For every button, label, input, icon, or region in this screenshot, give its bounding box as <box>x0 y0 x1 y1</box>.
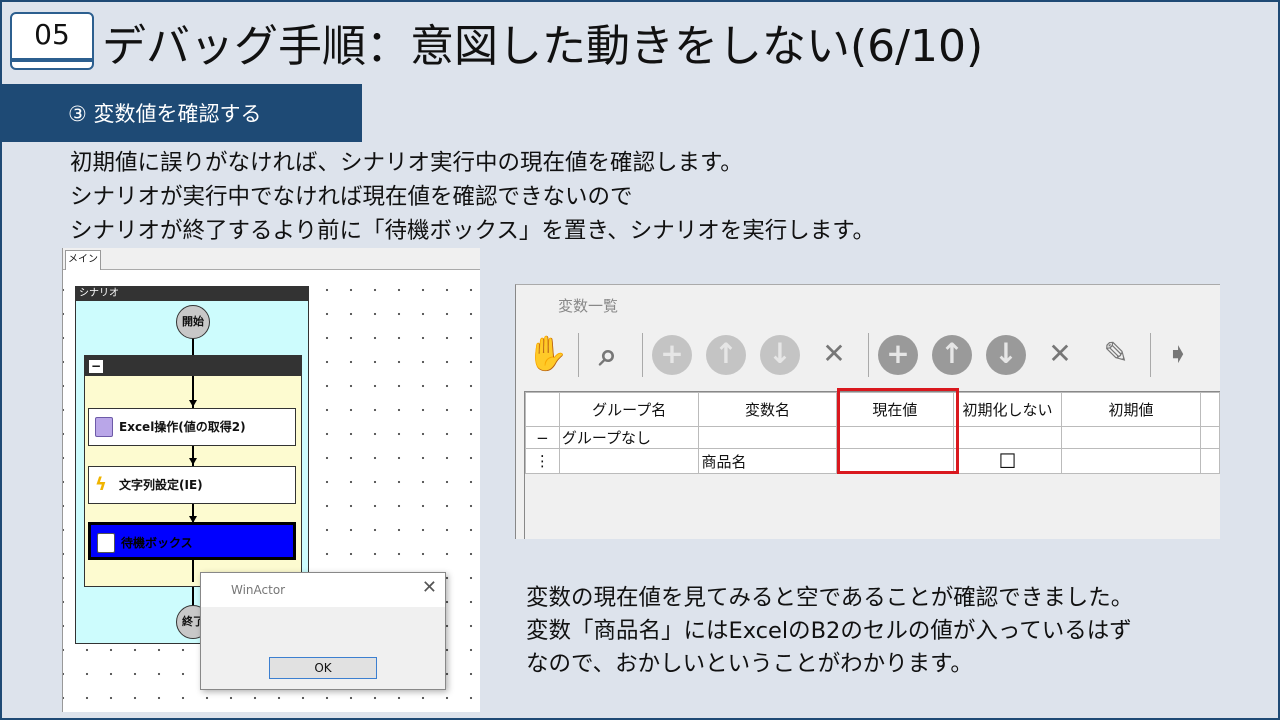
delete-icon[interactable]: ✕ <box>814 335 854 375</box>
intro-line: 初期値に誤りがなければ、シナリオ実行中の現在値を確認します。 <box>70 150 743 176</box>
section-number-badge: 05 <box>10 12 94 70</box>
table-cell <box>1060 426 1202 449</box>
flow-arrow <box>189 458 197 465</box>
node-excel-operation[interactable]: Excel操作(値の取得2) <box>88 408 296 446</box>
search-icon[interactable]: ⌕ <box>588 335 628 375</box>
ok-button[interactable]: OK <box>269 657 377 679</box>
down-icon[interactable]: ↓ <box>760 335 800 375</box>
close-icon[interactable]: ✕ <box>422 577 437 598</box>
node-string-set[interactable]: ϟ 文字列設定(IE) <box>88 466 296 504</box>
conclusion-line: なので、おかしいということがわかります。 <box>526 651 973 677</box>
column-header-variable[interactable]: 変数名 <box>698 392 837 427</box>
delete-icon[interactable]: ✕ <box>1040 335 1080 375</box>
node-wait-box[interactable]: 待機ボックス <box>88 522 296 560</box>
group-node[interactable]: − Excel操作(値の取得2) ϟ 文字列設定(IE) 待機ボックス <box>84 355 302 587</box>
add-icon[interactable]: + <box>878 335 918 375</box>
section-label: ③ 変数値を確認する <box>68 102 262 126</box>
excel-operation-icon <box>95 417 113 437</box>
flow-connector <box>192 587 194 607</box>
group-header: − <box>85 356 301 376</box>
edit-icon[interactable]: ✎ <box>1096 335 1136 375</box>
column-header-initial-value[interactable]: 初期値 <box>1060 392 1202 427</box>
table-cell: グループなし <box>558 426 700 449</box>
down-icon[interactable]: ↓ <box>986 335 1026 375</box>
column-header <box>1200 392 1220 427</box>
scenario-header: シナリオ <box>76 287 308 301</box>
row-toggle[interactable]: − <box>525 426 560 449</box>
table-cell <box>953 426 1062 449</box>
table-cell <box>698 426 837 449</box>
intro-text: 初期値に誤りがなければ、シナリオ実行中の現在値を確認します。 シナリオが実行中で… <box>70 146 875 248</box>
tab-strip: メイン <box>63 248 480 272</box>
dialog-title: WinActor <box>231 583 286 597</box>
conclusion-line: 変数の現在値を見てみると空であることが確認できました。 <box>526 585 1134 611</box>
flow-arrow <box>189 400 197 407</box>
node-label: 文字列設定(IE) <box>119 478 203 492</box>
variable-list-title: 変数一覧 <box>558 297 619 315</box>
table-cell[interactable]: 商品名 <box>698 448 837 474</box>
winactor-dialog: WinActor ✕ OK <box>200 572 446 690</box>
add-icon[interactable]: + <box>652 335 692 375</box>
intro-line: シナリオが実行中でなければ現在値を確認できないので <box>70 184 633 210</box>
node-label: 待機ボックス <box>121 536 193 550</box>
current-value-highlight <box>837 388 959 474</box>
row-handle: ⋮ <box>525 448 560 474</box>
wait-box-icon <box>97 533 115 553</box>
up-icon[interactable]: ↑ <box>706 335 746 375</box>
node-label: Excel操作(値の取得2) <box>119 420 246 434</box>
column-header-group[interactable]: グループ名 <box>558 392 700 427</box>
conclusion-line: 変数「商品名」にはExcelのB2のセルの値が入っているはず <box>526 618 1132 644</box>
variable-toolbar: ✋ ⌕ + ↑ ↓ ✕ + ↑ ↓ ✕ ✎ ➧ <box>522 329 1220 379</box>
section-number: 05 <box>34 18 70 51</box>
column-header-no-init[interactable]: 初期化しない <box>953 392 1062 427</box>
intro-line: シナリオが終了するより前に「待機ボックス」を置き、シナリオを実行します。 <box>70 218 876 244</box>
table-cell <box>1200 426 1220 449</box>
section-bar: ③ 変数値を確認する <box>0 84 362 142</box>
start-node[interactable]: 開始 <box>176 305 210 339</box>
hand-icon[interactable]: ✋ <box>526 335 568 375</box>
no-init-checkbox[interactable]: ☐ <box>953 448 1062 474</box>
up-icon[interactable]: ↑ <box>932 335 972 375</box>
table-cell <box>558 448 700 474</box>
conclusion-text: 変数の現在値を見てみると空であることが確認できました。 変数「商品名」にはExc… <box>526 582 1133 681</box>
import-icon[interactable]: ➧ <box>1158 335 1198 375</box>
table-cell <box>1200 448 1220 474</box>
column-header <box>525 392 560 427</box>
lightning-icon: ϟ <box>95 474 107 495</box>
tab-main[interactable]: メイン <box>65 250 101 272</box>
table-cell[interactable] <box>1060 448 1202 474</box>
collapse-toggle[interactable]: − <box>89 360 103 373</box>
page-title: デバッグ手順：意図した動きをしない(6/10) <box>102 21 984 72</box>
